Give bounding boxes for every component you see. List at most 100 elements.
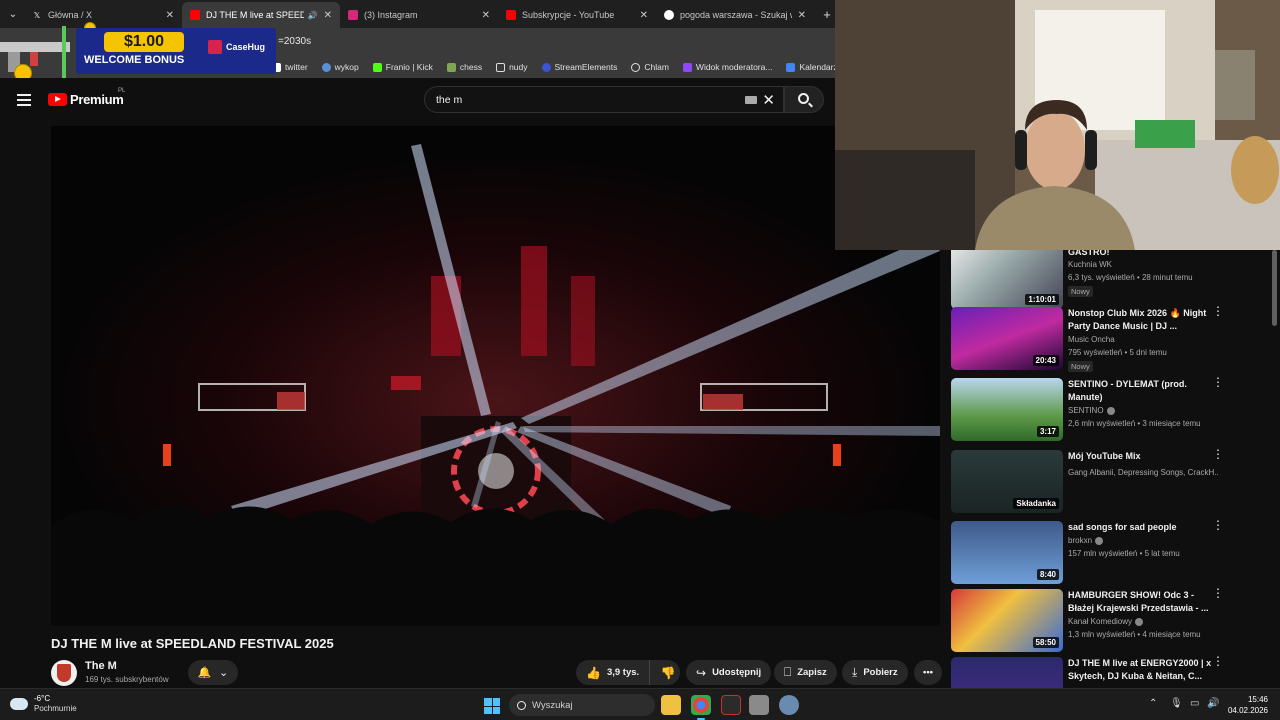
weather-widget[interactable]: -6°C Pochmurnie [10,694,77,714]
video-thumbnail[interactable]: 1:10:01 [951,250,1063,309]
channel-label: Kanał Komediowy [1068,617,1133,626]
tab-subscriptions[interactable]: Subskrypcje - YouTube ✕ [498,2,656,28]
recommendation-item[interactable]: 20:43 Nonstop Club Mix 2026 🔥 Night Part… [950,305,1270,375]
download-button[interactable]: ⤓ Pobierz [842,660,908,685]
file-explorer-icon[interactable] [661,695,681,715]
save-button[interactable]: ⎕ Zapisz [774,660,837,685]
bookmark-streamelements[interactable]: StreamElements [541,62,617,72]
close-icon[interactable]: ✕ [798,10,806,21]
search-input[interactable]: the m ✕ [424,86,784,113]
recommendation-channel[interactable]: brokxn [1068,536,1104,545]
speaker-icon[interactable]: 🔊 [308,11,318,20]
chrome-icon[interactable] [691,695,711,715]
more-vertical-icon[interactable]: ⋮ [1212,376,1224,388]
tab-instagram[interactable]: (3) Instagram ✕ [340,2,498,28]
logo-word: Premium [70,92,124,107]
channel-avatar[interactable] [51,660,77,686]
more-vertical-icon[interactable]: ⋮ [1212,305,1224,317]
settings-icon[interactable] [779,695,799,715]
recommendation-item[interactable]: DJ THE M live at ENERGY2000 | x Skytech,… [950,655,1270,688]
dislike-button[interactable]: 👎 [656,660,680,685]
bookmark-label: wykop [334,62,359,72]
video-thumbnail[interactable]: 8:40 [951,521,1063,584]
recommendation-title[interactable]: Nonstop Club Mix 2026 🔥 Night Party Danc… [1068,307,1218,333]
recommendation-item[interactable]: 8:40 sad songs for sad people brokxn 157… [950,519,1270,589]
bookmark-folder-nudy[interactable]: nudy [496,62,528,72]
more-actions-button[interactable]: ••• [914,660,942,685]
more-vertical-icon[interactable]: ⋮ [1212,587,1224,599]
ad-brand: CaseHug [208,40,265,54]
new-tab-button[interactable]: + [818,7,836,22]
system-clock[interactable]: 15:46 04.02.2026 [1226,694,1268,716]
video-thumbnail[interactable]: 20:43 [951,307,1063,370]
volume-icon[interactable]: 🔊 [1207,698,1219,709]
taskbar-search[interactable]: Wyszukaj [509,694,655,716]
recommendation-channel[interactable]: Music Oncha [1068,335,1115,344]
streamer-webcam [835,0,1280,250]
recommendation-title[interactable]: sad songs for sad people [1068,521,1218,534]
bookmark-chess[interactable]: chess [446,62,483,72]
globe-icon [631,62,641,72]
keyboard-icon[interactable] [745,96,757,104]
weather-condition: Pochmurnie [34,704,77,713]
bookmark-mod-view[interactable]: Widok moderatora... [682,62,772,72]
video-thumbnail[interactable]: Składanka [951,450,1063,513]
search-button[interactable] [784,86,824,113]
close-icon[interactable]: ✕ [166,10,174,21]
recommendation-title[interactable]: SENTINO - DYLEMAT (prod. Manute) [1068,378,1218,404]
close-icon[interactable]: ✕ [324,10,332,21]
app-icon[interactable] [749,695,769,715]
video-thumbnail[interactable]: 3:17 [951,378,1063,441]
close-icon[interactable]: ✕ [640,10,648,21]
recommendation-channel[interactable]: Kanał Komediowy [1068,617,1144,626]
channel-label: SENTINO [1068,406,1104,415]
channel-name[interactable]: The M [85,660,117,672]
recommendation-title[interactable]: HAMBURGER SHOW! Odc 3 - Błażej Krajewski… [1068,589,1218,615]
chevron-up-icon[interactable]: ⌃ [1149,698,1157,709]
like-button[interactable]: 👍 3,9 tys. [576,660,651,685]
recommendation-channel[interactable]: SENTINO [1068,406,1115,415]
sidebar-scrollbar[interactable] [1272,250,1277,326]
youtube-logo[interactable]: Premium PL [48,88,125,107]
recommendation-channel[interactable]: Kuchnia WK [1068,260,1112,269]
casino-ad-banner[interactable]: $1.00 WELCOME BONUS CaseHug [0,22,276,82]
search-query[interactable]: the m [436,94,462,106]
close-icon[interactable]: ✕ [482,10,490,21]
app-icon[interactable] [721,695,741,715]
bookmark-kick[interactable]: Franio | Kick [372,62,433,72]
tab-google[interactable]: pogoda warszawa - Szukaj w Go ✕ [656,2,814,28]
recommendation-title[interactable]: DJ THE M live at ENERGY2000 | x Skytech,… [1068,657,1218,683]
more-horizontal-icon: ••• [923,667,933,678]
bookmark-label: chess [459,62,483,72]
rifle-icon [0,26,70,78]
network-icon[interactable]: ▭ [1190,698,1199,709]
video-thumbnail[interactable] [951,657,1063,688]
more-vertical-icon[interactable]: ⋮ [1212,655,1224,667]
microphone-icon[interactable]: 🎙 [1170,698,1183,709]
cloud-icon [10,698,28,710]
like-count: 3,9 tys. [606,667,640,678]
video-thumbnail[interactable]: 58:50 [951,589,1063,652]
more-vertical-icon[interactable]: ⋮ [1212,519,1224,531]
subscription-button[interactable]: 🔔 ⌄ [188,660,238,685]
recommendation-item[interactable]: 3:17 SENTINO - DYLEMAT (prod. Manute) SE… [950,376,1270,446]
bookmark-twitter[interactable]: twitter [272,62,308,72]
thumbs-down-icon: 👎 [660,665,676,680]
recommendation-item[interactable]: Składanka Mój YouTube Mix Gang Albanii, … [950,448,1270,518]
menu-icon[interactable] [17,94,31,106]
recommendation-meta: 157 mln wyświetleń • 5 lat temu [1068,549,1180,558]
url-text[interactable]: =2030s [278,36,311,47]
clear-search-icon[interactable]: ✕ [762,91,775,109]
video-player[interactable] [51,126,940,626]
share-button[interactable]: ↪ Udostępnij [686,660,772,685]
bookmark-wykop[interactable]: wykop [321,62,359,72]
save-label: Zapisz [797,667,827,678]
recommendation-meta: 795 wyświetleń • 5 dni temu [1068,348,1167,357]
bookmark-chlam[interactable]: Chlam [631,62,669,72]
more-vertical-icon[interactable]: ⋮ [1212,448,1224,460]
recommendation-title[interactable]: GASTRO! [1068,250,1218,259]
recommendation-meta: 2,6 mln wyświetleń • 3 miesiące temu [1068,419,1201,428]
start-button[interactable] [484,698,500,714]
recommendation-title[interactable]: Mój YouTube Mix [1068,450,1218,463]
recommendation-item[interactable]: 58:50 HAMBURGER SHOW! Odc 3 - Błażej Kra… [950,587,1270,657]
